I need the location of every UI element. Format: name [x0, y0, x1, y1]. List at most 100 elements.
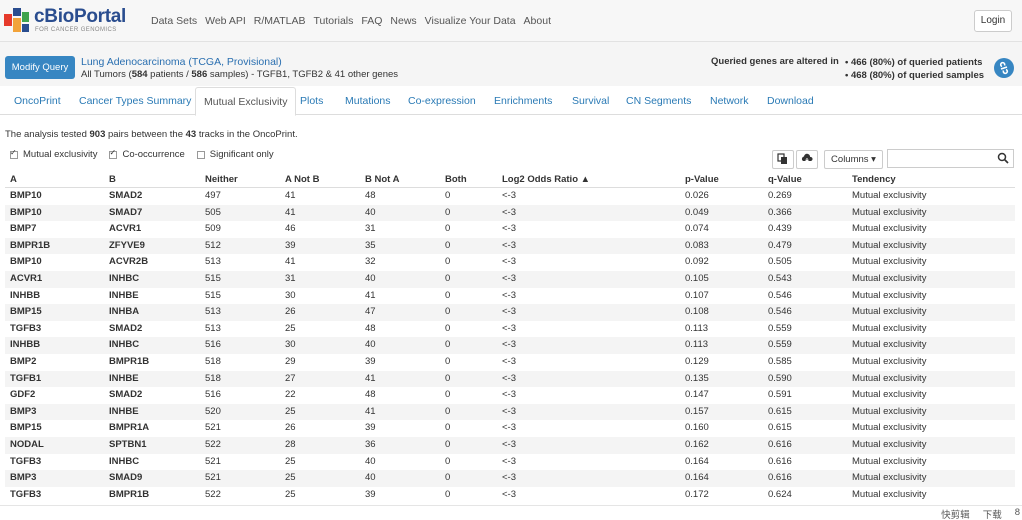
cell-q-value: 0.624 — [768, 488, 792, 500]
tab-co-expression[interactable]: Co-expression — [408, 87, 476, 115]
nav-link-faq[interactable]: FAQ — [361, 15, 382, 27]
checkbox-significant-only[interactable] — [196, 150, 205, 159]
table-row: ACVR1 INHBC 515 31 40 0 <-3 0.105 0.543 Mutual ex… — [5, 270, 1015, 288]
nav-link-news[interactable]: News — [390, 15, 416, 27]
cell-neither: 522 — [205, 488, 221, 500]
patients-suffix: patients / — [147, 69, 192, 80]
col-header-p-value[interactable]: p-Value — [685, 172, 719, 188]
table-row: BMP10 SMAD7 505 41 40 0 <-3 0.049 0.366 Mutual ex… — [5, 204, 1015, 222]
cell-q-value: 0.479 — [768, 239, 792, 251]
download-status[interactable]: 下载 — [983, 507, 1002, 520]
col-header-log2-odds-ratio[interactable]: Log2 Odds Ratio ▲ — [502, 172, 590, 188]
filter-co-occurrence[interactable]: Co-occurrence — [109, 148, 185, 160]
nav-link-visualize[interactable]: Visualize Your Data — [425, 15, 516, 27]
tab-cancer-types-summary[interactable]: Cancer Types Summary — [79, 87, 191, 115]
cell-b-not-a: 41 — [365, 372, 376, 384]
cell-p-value: 0.049 — [685, 206, 709, 218]
tab-survival[interactable]: Survival — [572, 87, 609, 115]
modify-query-button[interactable]: Modify Query — [5, 56, 75, 79]
nav-link-about[interactable]: About — [524, 15, 551, 27]
cell-b-not-a: 40 — [365, 206, 376, 218]
cell-q-value: 0.616 — [768, 438, 792, 450]
login-button[interactable]: Login — [974, 10, 1012, 32]
cell-q-value: 0.546 — [768, 289, 792, 301]
cell-q-value: 0.615 — [768, 405, 792, 417]
table-row: TGFB3 SMAD2 513 25 48 0 <-3 0.113 0.559 Mutual ex… — [5, 321, 1015, 338]
cell-log2-odds-ratio: <-3 — [502, 272, 516, 284]
cell-tendency: Mutual exclusivity — [852, 488, 927, 500]
nav-link-web-api[interactable]: Web API — [205, 15, 246, 27]
cell-log2-odds-ratio: <-3 — [502, 239, 516, 251]
logo-text: cBioPortal — [34, 6, 127, 27]
cell-a-not-b: 46 — [285, 223, 296, 235]
share-link-icon[interactable] — [994, 58, 1014, 78]
analysis-text-2: pairs between the — [105, 129, 186, 140]
col-header-tendency[interactable]: Tendency — [852, 172, 896, 188]
columns-dropdown[interactable]: Columns ▾ — [824, 150, 883, 169]
tab-mutations[interactable]: Mutations — [345, 87, 391, 115]
col-header-neither[interactable]: Neither — [205, 172, 238, 188]
nav-link-r-matlab[interactable]: R/MATLAB — [254, 15, 306, 27]
col-header-b[interactable]: B — [109, 172, 116, 188]
cell-b: INHBC — [109, 339, 140, 351]
cell-log2-odds-ratio: <-3 — [502, 405, 516, 417]
col-header-a-not-b[interactable]: A Not B — [285, 172, 319, 188]
table-row: BMP3 SMAD9 521 25 40 0 <-3 0.164 0.616 Mutual exc… — [5, 470, 1015, 487]
cell-b-not-a: 40 — [365, 339, 376, 351]
tab-mutual-exclusivity[interactable]: Mutual Exclusivity — [195, 87, 297, 116]
cbioportal-logo[interactable]: cBioPortal FOR CANCER GENOMICS — [4, 6, 126, 36]
cell-log2-odds-ratio: <-3 — [502, 289, 516, 301]
cell-both: 0 — [445, 389, 451, 401]
col-header-b-not-a[interactable]: B Not A — [365, 172, 399, 188]
table-search-input[interactable] — [887, 149, 1014, 168]
col-header-a[interactable]: A — [10, 172, 17, 188]
copy-button[interactable] — [772, 150, 794, 169]
cell-a-not-b: 30 — [285, 289, 296, 301]
nav-link-data-sets[interactable]: Data Sets — [151, 15, 197, 27]
tab-oncoprint[interactable]: OncoPrint — [14, 87, 61, 115]
tab-cn-segments[interactable]: CN Segments — [626, 87, 691, 115]
cell-a-not-b: 29 — [285, 355, 296, 367]
cell-neither: 497 — [205, 190, 221, 201]
tab-network[interactable]: Network — [710, 87, 749, 115]
mutual-exclusivity-table: A B Neither A Not B B Not A Both Log2 Od… — [5, 172, 1015, 503]
cell-b: INHBE — [109, 405, 139, 417]
tab-enrichments[interactable]: Enrichments — [494, 87, 552, 115]
download-button[interactable] — [796, 150, 818, 169]
col-header-q-value[interactable]: q-Value — [768, 172, 802, 188]
filter-mutual-exclusivity[interactable]: Mutual exclusivity — [10, 148, 97, 160]
cell-b-not-a: 48 — [365, 322, 376, 334]
quick-edit-button[interactable]: 快剪辑 — [941, 507, 970, 520]
col-header-both[interactable]: Both — [445, 172, 467, 188]
cell-tendency: Mutual exclusivity — [852, 455, 927, 467]
study-name-link[interactable]: Lung Adenocarcinoma (TCGA, Provisional) — [81, 56, 282, 68]
track-count: 43 — [185, 129, 197, 140]
logo-icon — [4, 8, 30, 34]
cell-p-value: 0.164 — [685, 455, 709, 467]
cell-neither: 515 — [205, 289, 221, 301]
tab-plots[interactable]: Plots — [300, 87, 323, 115]
cell-a: INHBB — [10, 289, 41, 301]
cell-a: BMPR1B — [10, 239, 51, 251]
checkbox-co-occurrence[interactable] — [109, 148, 118, 159]
cell-tendency: Mutual exclusivity — [852, 372, 927, 384]
table-body: BMP10 SMAD2 497 41 48 0 <-3 0.026 0.269 Mutual ex… — [5, 188, 1015, 503]
cell-p-value: 0.129 — [685, 355, 709, 367]
cell-a: TGFB3 — [10, 455, 42, 467]
cell-neither: 521 — [205, 472, 221, 484]
cell-b: INHBE — [109, 372, 139, 384]
cell-a-not-b: 41 — [285, 206, 296, 218]
nav-link-tutorials[interactable]: Tutorials — [314, 15, 354, 27]
filter-significant-only[interactable]: Significant only — [196, 149, 274, 160]
cell-b-not-a: 31 — [365, 223, 376, 235]
cell-b: SMAD2 — [109, 190, 143, 201]
checkbox-mutual-exclusivity[interactable] — [10, 148, 18, 159]
cell-a: BMP2 — [10, 355, 37, 367]
cell-a-not-b: 30 — [285, 339, 296, 351]
table-row: BMP2 BMPR1B 518 29 39 0 <-3 0.129 0.585 Mutual ex… — [5, 354, 1015, 371]
cell-both: 0 — [445, 223, 451, 235]
tab-download[interactable]: Download — [767, 87, 814, 115]
pair-count: 903 — [89, 129, 106, 140]
cell-tendency: Mutual exclusivity — [852, 223, 927, 235]
cell-a: BMP7 — [10, 223, 37, 235]
